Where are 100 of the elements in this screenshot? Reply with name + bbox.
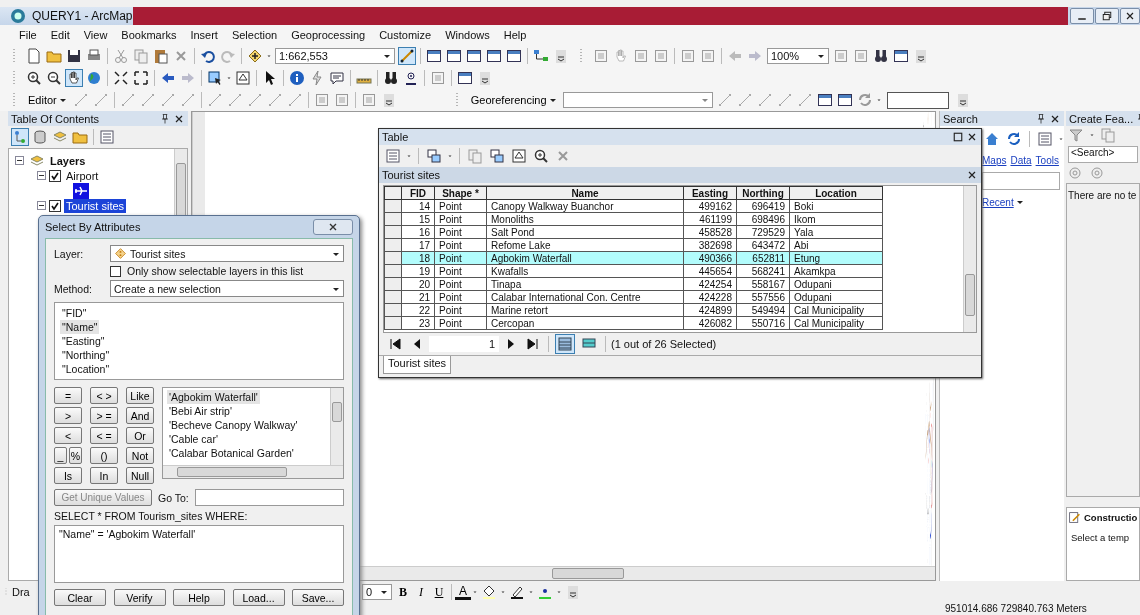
collapse-icon[interactable] bbox=[15, 156, 24, 165]
list-item[interactable]: "Location" bbox=[60, 362, 112, 376]
georeferencing-menu-button[interactable]: Georeferencing bbox=[466, 94, 561, 106]
vertex-icon[interactable] bbox=[776, 92, 793, 108]
operator-button[interactable]: Null bbox=[126, 467, 154, 484]
list-item[interactable]: 'Calabar Botanical Garden' bbox=[167, 446, 296, 460]
font-size-dropdown[interactable]: 0 bbox=[362, 584, 392, 600]
page-icon[interactable] bbox=[593, 48, 609, 64]
window-icon[interactable] bbox=[457, 70, 473, 86]
last-record-icon[interactable] bbox=[525, 336, 541, 352]
search-icon[interactable] bbox=[1090, 166, 1106, 182]
search-field[interactable] bbox=[982, 172, 1060, 190]
line-color-icon[interactable] bbox=[509, 584, 525, 600]
checkbox[interactable] bbox=[49, 199, 61, 212]
operator-button[interactable]: = bbox=[54, 387, 82, 404]
operator-button[interactable]: < > bbox=[90, 387, 118, 404]
refresh-icon[interactable] bbox=[1006, 131, 1022, 147]
underline-button[interactable]: U bbox=[430, 583, 448, 601]
minimize-button[interactable] bbox=[1070, 8, 1094, 24]
link[interactable]: Data bbox=[1010, 154, 1032, 166]
point-layer-icon[interactable] bbox=[114, 247, 127, 260]
tab[interactable]: Tourist sites bbox=[383, 356, 452, 374]
page-icon[interactable] bbox=[653, 48, 669, 64]
window-icon[interactable] bbox=[466, 48, 482, 64]
menu-item[interactable]: Windows bbox=[438, 29, 497, 41]
lightning-icon[interactable] bbox=[309, 70, 325, 86]
pan-icon[interactable] bbox=[66, 70, 82, 86]
page-icon[interactable] bbox=[313, 92, 330, 108]
list-item[interactable]: "Name" bbox=[60, 320, 100, 334]
table-options-icon[interactable] bbox=[385, 148, 401, 164]
vertex-icon[interactable] bbox=[736, 92, 753, 108]
list-item[interactable]: "FID" bbox=[60, 306, 89, 320]
list-item[interactable]: 'Becheve Canopy Walkway' bbox=[167, 418, 300, 432]
collapse-icon[interactable] bbox=[37, 201, 46, 210]
menu-item[interactable]: Geoprocessing bbox=[284, 29, 373, 41]
window-icon[interactable] bbox=[446, 48, 462, 64]
tree-item[interactable]: Layers bbox=[50, 154, 86, 167]
vertex-icon[interactable] bbox=[756, 92, 773, 108]
vertex-icon[interactable] bbox=[92, 92, 109, 108]
operator-button[interactable]: > bbox=[54, 407, 82, 424]
menu-item[interactable]: Help bbox=[496, 29, 534, 41]
dialog-button[interactable]: Help bbox=[173, 589, 225, 606]
close-button[interactable] bbox=[1120, 8, 1140, 24]
column-header[interactable]: FID bbox=[401, 186, 435, 200]
vertex-icon[interactable] bbox=[206, 92, 223, 108]
window-icon[interactable] bbox=[506, 48, 522, 64]
zoom-out-icon[interactable] bbox=[46, 70, 62, 86]
binoculars-icon[interactable] bbox=[383, 70, 399, 86]
checkbox[interactable] bbox=[110, 265, 121, 277]
editor-toolbar-icon[interactable] bbox=[399, 48, 415, 64]
column-header[interactable]: Name bbox=[486, 186, 684, 200]
maximize-icon[interactable] bbox=[952, 131, 964, 143]
go-to-xy-icon[interactable] bbox=[403, 70, 419, 86]
construction-icon[interactable] bbox=[1068, 510, 1081, 524]
scrollbar[interactable] bbox=[163, 465, 343, 478]
search-icon[interactable] bbox=[1068, 166, 1084, 182]
list-icon[interactable] bbox=[1037, 131, 1053, 147]
overflow-icon[interactable] bbox=[565, 584, 581, 600]
operator-button[interactable]: < bbox=[54, 427, 82, 444]
list-item[interactable]: "Northing" bbox=[60, 348, 112, 362]
dialog-button[interactable]: Verify bbox=[113, 589, 166, 606]
operator-button[interactable]: < = bbox=[90, 427, 118, 444]
operator-button[interactable]: () bbox=[90, 447, 118, 464]
column-header[interactable]: Location bbox=[789, 186, 883, 200]
dialog-button[interactable]: Load... bbox=[232, 589, 285, 606]
operator-button[interactable]: _ bbox=[54, 447, 67, 464]
font-color-button[interactable]: A bbox=[455, 584, 471, 600]
operator-button[interactable]: Or bbox=[126, 427, 154, 444]
row-selector[interactable] bbox=[384, 290, 402, 304]
restore-icon[interactable] bbox=[1101, 10, 1113, 22]
window-icon[interactable] bbox=[486, 48, 502, 64]
select-features-icon[interactable] bbox=[207, 70, 223, 86]
popup-icon[interactable] bbox=[329, 70, 345, 86]
link[interactable]: Tools bbox=[1035, 154, 1059, 166]
operator-button[interactable]: % bbox=[69, 447, 82, 464]
list-item[interactable]: 'Bebi Air strip' bbox=[167, 404, 234, 418]
home-icon[interactable] bbox=[984, 131, 1000, 147]
window-icon[interactable] bbox=[893, 48, 909, 64]
search-dropdown[interactable]: <Search> bbox=[1068, 146, 1138, 163]
dialog-button[interactable]: Save... bbox=[292, 589, 344, 606]
show-all-records-icon[interactable] bbox=[556, 335, 574, 353]
italic-button[interactable]: I bbox=[412, 583, 430, 601]
record-field[interactable]: 1 bbox=[429, 336, 499, 352]
copy-icon[interactable] bbox=[1100, 127, 1116, 143]
globe-icon[interactable] bbox=[86, 70, 102, 86]
arrows-icon[interactable] bbox=[133, 70, 149, 86]
scale-dropdown[interactable]: 1:662,553 bbox=[275, 48, 395, 64]
window-icon[interactable] bbox=[816, 92, 833, 108]
row-selector[interactable] bbox=[384, 264, 402, 278]
layer-dropdown[interactable]: Tourist sites bbox=[110, 245, 344, 262]
pin-icon[interactable] bbox=[159, 112, 171, 125]
vertex-icon[interactable] bbox=[246, 92, 263, 108]
vertex-icon[interactable] bbox=[286, 92, 303, 108]
row-selector[interactable] bbox=[384, 212, 402, 226]
add-data-icon[interactable] bbox=[247, 48, 263, 64]
rotation-field[interactable] bbox=[886, 91, 949, 109]
close-icon[interactable] bbox=[1124, 10, 1136, 22]
clear-selection-icon[interactable] bbox=[235, 70, 251, 86]
window-icon[interactable] bbox=[426, 48, 442, 64]
vertex-icon[interactable] bbox=[716, 92, 733, 108]
